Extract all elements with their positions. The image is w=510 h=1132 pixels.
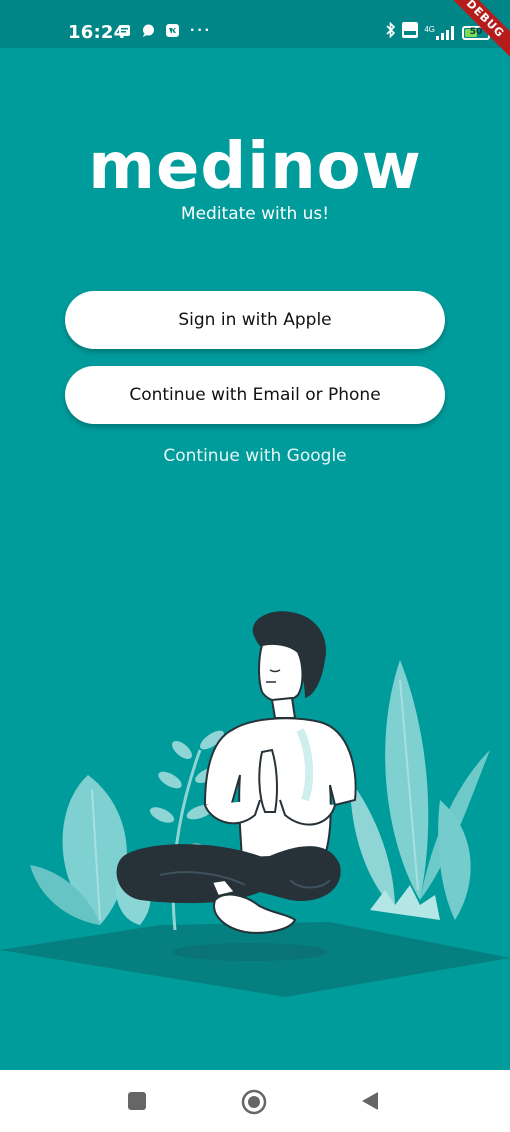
continue-email-phone-button[interactable]: Continue with Email or Phone xyxy=(65,366,445,424)
meditating-person xyxy=(116,611,357,934)
home-icon[interactable] xyxy=(241,1089,267,1115)
meditation-illustration xyxy=(0,611,510,997)
continue-google-link[interactable]: Continue with Google xyxy=(0,446,510,466)
left-leaf xyxy=(30,775,151,925)
more-icon: ··· xyxy=(190,21,212,39)
status-right-icons: 4G 50 xyxy=(386,21,493,43)
system-nav-bar xyxy=(0,1070,510,1132)
sign-in-apple-button[interactable]: Sign in with Apple xyxy=(65,291,445,349)
bluetooth-icon xyxy=(386,21,396,43)
app-title: medinow xyxy=(88,130,422,204)
sign-in-apple-label: Sign in with Apple xyxy=(178,310,332,330)
recent-apps-icon[interactable] xyxy=(125,1089,149,1113)
network-label: 4G xyxy=(424,24,435,34)
notes-icon xyxy=(118,24,131,37)
shadow xyxy=(172,943,328,961)
status-left-icons: ··· xyxy=(118,21,212,39)
continue-email-phone-label: Continue with Email or Phone xyxy=(129,385,381,405)
back-icon[interactable] xyxy=(358,1089,382,1113)
volte-icon xyxy=(402,22,419,43)
app-subtitle: Meditate with us! xyxy=(180,204,330,224)
message-icon xyxy=(142,24,155,37)
signal-4g-icon: 4G xyxy=(424,24,454,40)
vk-icon xyxy=(166,24,179,37)
status-bar: 16:24 ··· 4G 50 DEBUG xyxy=(0,0,510,65)
login-screen: 16:24 ··· 4G 50 DEBUG medinow Meditate w… xyxy=(0,0,510,1132)
right-leaf xyxy=(350,660,490,920)
